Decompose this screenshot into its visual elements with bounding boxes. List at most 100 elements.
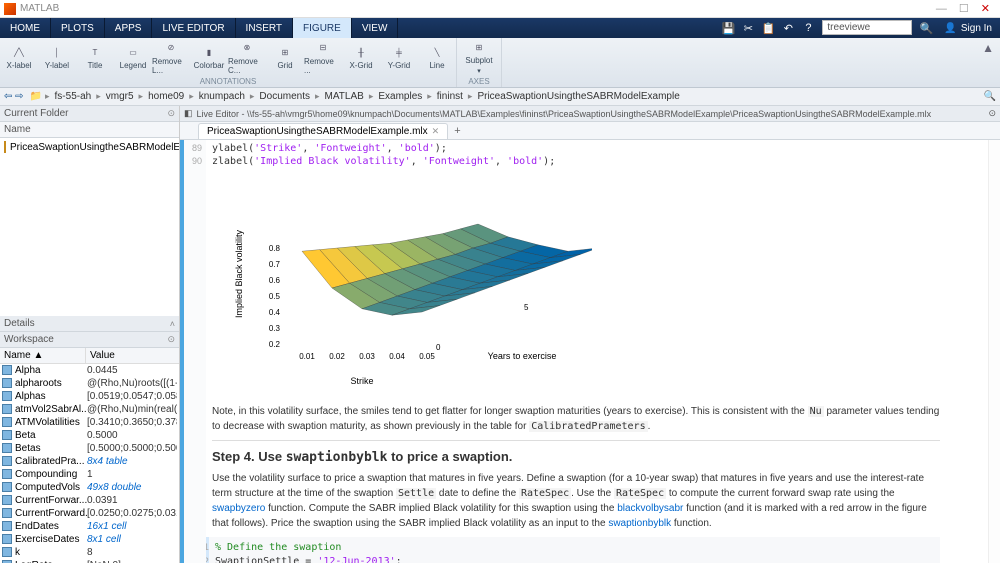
var-icon: [2, 365, 12, 375]
colorbar-icon: ▮: [200, 45, 218, 59]
xlabel-button[interactable]: ╱╲X-label: [0, 38, 38, 77]
ygrid-button[interactable]: ╪Y-Grid: [380, 38, 418, 77]
path-back-icon[interactable]: ⇦ ⇨: [4, 91, 24, 102]
workspace-variable[interactable]: Alphas[0.0519;0.0547;0.0584...: [0, 390, 179, 403]
code-line: ylabel('Strike', 'Fontweight', 'bold');: [212, 142, 940, 155]
workspace-panel: Workspace ⊙ Name ▲ Value Alpha0.0445alph…: [0, 332, 179, 563]
ribbon-group-axes: ⊞Subplot▾ AXES: [457, 38, 502, 87]
workspace-variable[interactable]: LegRate[NaN,0]: [0, 559, 179, 563]
workspace-variable[interactable]: CurrentForwar...0.0391: [0, 494, 179, 507]
colorbar-button[interactable]: ▮Colorbar: [190, 38, 228, 77]
svg-text:Implied Black volatility: Implied Black volatility: [234, 229, 244, 318]
workspace-variable[interactable]: Compounding1: [0, 468, 179, 481]
undo-icon[interactable]: ↶: [778, 18, 798, 38]
tab-close-icon[interactable]: ✕: [432, 126, 440, 137]
tab-live-editor[interactable]: LIVE EDITOR: [152, 18, 235, 38]
code-section: 91% Define the swaption92SwaptionSettle …: [206, 537, 940, 563]
save-icon[interactable]: 💾: [718, 18, 738, 38]
line-gutter: 89 90: [184, 140, 206, 563]
tab-home[interactable]: HOME: [0, 18, 51, 38]
editor-content[interactable]: ylabel('Strike', 'Fontweight', 'bold'); …: [206, 140, 1000, 563]
step-heading: Step 4. Use swaptionbyblk to price a swa…: [212, 449, 940, 465]
search-input[interactable]: [822, 20, 912, 35]
tab-insert[interactable]: INSERT: [236, 18, 294, 38]
workspace-variable[interactable]: CalibratedPra...8x4 table: [0, 455, 179, 468]
tab-plots[interactable]: PLOTS: [51, 18, 105, 38]
sign-in-button[interactable]: 👤 Sign In: [936, 18, 1000, 38]
workspace-variable[interactable]: atmVol2SabrAl...@(Rho,Nu)min(real(arr...: [0, 403, 179, 416]
workspace-variable[interactable]: Betas[0.5000;0.5000;0.5000...: [0, 442, 179, 455]
xlabel-icon: ╱╲: [10, 45, 28, 59]
close-button[interactable]: ✕: [975, 2, 996, 15]
remove-grid-button[interactable]: ⊟Remove ...: [304, 38, 342, 77]
workspace-columns: Name ▲ Value: [0, 348, 179, 364]
var-icon: [2, 547, 12, 557]
editor-tabs: PriceaSwaptionUsingtheSABRModelExample.m…: [180, 122, 1000, 140]
title-button[interactable]: TTitle: [76, 38, 114, 77]
workspace-variable[interactable]: Alpha0.0445: [0, 364, 179, 377]
workspace-menu-icon[interactable]: ⊙: [167, 334, 175, 345]
search-go-icon[interactable]: 🔍: [916, 18, 936, 38]
var-icon: [2, 378, 12, 388]
xgrid-button[interactable]: ╫X-Grid: [342, 38, 380, 77]
copy-icon[interactable]: 📋: [758, 18, 778, 38]
message-bar[interactable]: [988, 140, 1000, 563]
var-icon: [2, 482, 12, 492]
svg-text:0.6: 0.6: [269, 276, 281, 285]
details-chevron-icon[interactable]: ˄: [170, 319, 175, 329]
cut-icon[interactable]: ✂: [738, 18, 758, 38]
matlab-logo-icon: [4, 3, 16, 15]
swaptionbyblk-link[interactable]: swaptionbyblk: [608, 518, 671, 529]
current-folder-header[interactable]: Current Folder ⊙: [0, 106, 179, 122]
details-header[interactable]: Details ˄: [0, 316, 179, 332]
maximize-button[interactable]: ☐: [953, 2, 975, 15]
workspace-variable[interactable]: EndDates16x1 cell: [0, 520, 179, 533]
name-col[interactable]: Name ▲: [0, 348, 86, 363]
workspace-variable[interactable]: ComputedVols49x8 double: [0, 481, 179, 494]
svg-text:0.7: 0.7: [269, 260, 281, 269]
title-icon: T: [86, 45, 104, 59]
editor-tab[interactable]: PriceaSwaptionUsingtheSABRModelExample.m…: [198, 123, 448, 139]
legend-button[interactable]: ▭Legend: [114, 38, 152, 77]
workspace-variable[interactable]: Beta0.5000: [0, 429, 179, 442]
tab-figure[interactable]: FIGURE: [293, 18, 352, 38]
tab-add-button[interactable]: +: [448, 123, 466, 139]
svg-text:0.3: 0.3: [269, 324, 281, 333]
blackvolbysabr-link[interactable]: blackvolbysabr: [617, 503, 683, 514]
workspace-variable[interactable]: k8: [0, 546, 179, 559]
note-text: Note, in this volatility surface, the sm…: [212, 404, 940, 434]
workspace-variable[interactable]: ATMVolatilities[0.3410;0.3650;0.3780...: [0, 416, 179, 429]
minimize-button[interactable]: —: [930, 3, 953, 15]
svg-text:0.02: 0.02: [329, 352, 345, 361]
ylabel-icon: │: [48, 45, 66, 59]
remove-legend-button[interactable]: ⊘Remove L...: [152, 38, 190, 77]
mlx-file-icon: [4, 141, 6, 153]
workspace-header[interactable]: Workspace ⊙: [0, 332, 179, 348]
file-row[interactable]: PriceaSwaptionUsingtheSABRModelE...: [2, 140, 177, 154]
ribbon-group-annotations: ╱╲X-label │Y-label TTitle ▭Legend ⊘Remov…: [0, 38, 457, 87]
value-col[interactable]: Value: [86, 348, 119, 363]
var-icon: [2, 430, 12, 440]
main-area: Current Folder ⊙ Name PriceaSwaptionUsin…: [0, 106, 1000, 563]
help-icon[interactable]: ?: [798, 18, 818, 38]
editor-menu-icon[interactable]: ⊙: [988, 108, 996, 119]
address-bar[interactable]: ⇦ ⇨ 📁 ▸fs-55-ah ▸vmgr5 ▸home09 ▸knumpach…: [0, 88, 1000, 106]
tab-view[interactable]: VIEW: [352, 18, 399, 38]
workspace-variable[interactable]: CurrentForward...[0.0250;0.0275;0.0318..…: [0, 507, 179, 520]
ribbon-collapse-icon[interactable]: ▲: [982, 41, 994, 55]
path-search-icon[interactable]: 🔍: [984, 91, 996, 102]
grid-button[interactable]: ⊞Grid: [266, 38, 304, 77]
tab-apps[interactable]: APPS: [105, 18, 153, 38]
remove-colorbar-button[interactable]: ⊗Remove C...: [228, 38, 266, 77]
var-icon: [2, 391, 12, 401]
workspace-variable[interactable]: alpharoots@(Rho,Nu)roots([(1-Be...: [0, 377, 179, 390]
axes-group-label: AXES: [457, 77, 501, 87]
ylabel-button[interactable]: │Y-label: [38, 38, 76, 77]
swapbyzero-link[interactable]: swapbyzero: [212, 503, 265, 514]
line-button[interactable]: ╲Line: [418, 38, 456, 77]
workspace-variable[interactable]: ExerciseDates8x1 cell: [0, 533, 179, 546]
name-column-header[interactable]: Name: [4, 124, 31, 135]
subplot-button[interactable]: ⊞Subplot▾: [457, 38, 501, 77]
panel-menu-icon[interactable]: ⊙: [167, 108, 175, 119]
xgrid-icon: ╫: [352, 45, 370, 59]
